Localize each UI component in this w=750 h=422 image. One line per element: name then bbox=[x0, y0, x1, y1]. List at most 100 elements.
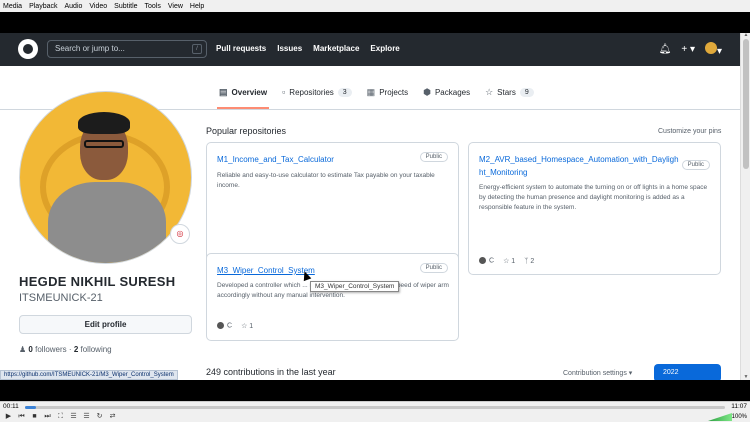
next-icon[interactable]: ⏭ bbox=[43, 413, 52, 421]
status-emoji-icon[interactable]: ◎ bbox=[170, 224, 190, 244]
avatar-hair bbox=[78, 112, 130, 134]
profile-name: HEGDE NIKHIL SURESH bbox=[19, 274, 176, 289]
browser-status-url: https://github.com/ITSMEUNICK-21/M3_Wipe… bbox=[0, 370, 178, 380]
visibility-badge: Public bbox=[681, 160, 710, 170]
language-color-dot bbox=[217, 322, 224, 330]
total-time: 11:07 bbox=[731, 403, 747, 410]
seek-bar[interactable] bbox=[25, 406, 725, 409]
tab-packages[interactable]: ⬢ Packages bbox=[423, 84, 470, 100]
avatar-small bbox=[704, 42, 717, 54]
menu-view[interactable]: View bbox=[168, 3, 183, 10]
tab-overview-label: Overview bbox=[231, 87, 268, 97]
tab-projects-label: Projects bbox=[379, 87, 409, 97]
menu-playback[interactable]: Playback bbox=[29, 3, 57, 10]
shuffle-icon[interactable]: ⇄ bbox=[108, 413, 117, 421]
scrollbar-thumb[interactable] bbox=[743, 39, 749, 169]
github-logo-icon[interactable] bbox=[18, 39, 38, 59]
nav-issues[interactable]: Issues bbox=[277, 44, 302, 53]
play-icon[interactable]: ▶ bbox=[4, 413, 13, 421]
repo-description: Reliable and easy-to-use calculator to e… bbox=[217, 172, 435, 189]
tab-overview[interactable]: ▤ Overview bbox=[216, 84, 270, 109]
language: C bbox=[217, 322, 233, 330]
tab-projects[interactable]: ▦ Projects bbox=[367, 84, 408, 100]
star-icon: ☆ bbox=[241, 323, 248, 330]
language-label: C bbox=[227, 322, 233, 330]
user-menu[interactable]: ▾ bbox=[704, 42, 722, 57]
stars-count: 1 bbox=[511, 258, 516, 265]
tab-stars[interactable]: ☆ Stars 9 bbox=[485, 84, 534, 100]
menu-video[interactable]: Video bbox=[89, 3, 107, 10]
stars-count: 1 bbox=[249, 323, 254, 330]
following-label[interactable]: following bbox=[81, 345, 112, 354]
playback-buttons: ▶ ⏮ ■ ⏭ ⛶ ☰ ☰ ↻ ⇄ bbox=[4, 413, 117, 421]
year-button-2022[interactable]: 2022 bbox=[654, 364, 721, 380]
repo-name-line1: M2_AVR_based_Homespace_Automation_with_D… bbox=[479, 155, 679, 164]
profile-login: ITSMEUNICK-21 bbox=[19, 292, 103, 304]
nav-explore[interactable]: Explore bbox=[370, 44, 399, 53]
create-new-icon[interactable]: + ▾ bbox=[681, 44, 695, 55]
previous-icon[interactable]: ⏮ bbox=[17, 413, 26, 421]
avatar-glasses bbox=[84, 140, 124, 148]
star-icon: ☆ bbox=[503, 258, 510, 265]
repo-name-link[interactable]: M2_AVR_based_Homespace_Automation_with_D… bbox=[479, 153, 679, 179]
forks-count: 2 bbox=[530, 257, 535, 265]
stop-icon[interactable]: ■ bbox=[30, 413, 39, 421]
menu-tools[interactable]: Tools bbox=[145, 3, 161, 10]
edit-profile-button[interactable]: Edit profile bbox=[19, 315, 192, 334]
fork-icon: ᛉ bbox=[524, 257, 529, 265]
stars-counter: 9 bbox=[519, 87, 534, 97]
menu-subtitle[interactable]: Subtitle bbox=[114, 3, 137, 10]
player-menubar: Media Playback Audio Video Subtitle Tool… bbox=[0, 0, 750, 12]
letterbox-top bbox=[0, 12, 750, 33]
repo-name-link[interactable]: M3_Wiper_Control_System bbox=[217, 264, 315, 277]
contribution-settings-dropdown[interactable]: Contribution settings ▾ bbox=[563, 369, 632, 377]
follow-separator: · bbox=[68, 345, 72, 354]
customize-pins-link[interactable]: Customize your pins bbox=[658, 128, 721, 135]
language-label: C bbox=[489, 257, 495, 265]
header-right: 🔔︎ + ▾ ▾ bbox=[659, 42, 722, 57]
scroll-up-icon[interactable]: ▲ bbox=[743, 33, 749, 38]
visibility-badge: Public bbox=[419, 263, 448, 273]
repo-meta: C ☆ 1 ᛉ 2 bbox=[479, 257, 534, 265]
menu-media[interactable]: Media bbox=[3, 3, 22, 10]
letterbox-bottom bbox=[0, 380, 750, 401]
search-placeholder: Search or jump to... bbox=[55, 44, 125, 53]
package-icon: ⬢ bbox=[423, 86, 431, 97]
visibility-badge: Public bbox=[419, 152, 448, 162]
menu-help[interactable]: Help bbox=[190, 3, 204, 10]
repo-name-line2: ht_Monitoring bbox=[479, 168, 528, 177]
repo-description: Energy-efficient system to automate the … bbox=[479, 184, 708, 211]
loop-icon[interactable]: ↻ bbox=[95, 413, 104, 421]
forks-link[interactable]: ᛉ 2 bbox=[524, 258, 534, 265]
extended-settings-icon[interactable]: ☰ bbox=[69, 413, 78, 421]
header-nav: Pull requests Issues Marketplace Explore bbox=[216, 44, 400, 53]
nav-marketplace[interactable]: Marketplace bbox=[313, 44, 359, 53]
fullscreen-icon[interactable]: ⛶ bbox=[56, 413, 65, 421]
stars-link[interactable]: ☆ 1 bbox=[503, 257, 515, 265]
repo-meta: C ☆ 1 bbox=[217, 322, 253, 330]
book-icon: ▤ bbox=[219, 86, 228, 97]
player-controls: 00:11 11:07 ▶ ⏮ ■ ⏭ ⛶ ☰ ☰ ↻ ⇄ 100% bbox=[0, 401, 750, 422]
bell-icon[interactable]: 🔔︎ bbox=[659, 44, 672, 55]
project-icon: ▦ bbox=[366, 86, 376, 97]
following-count[interactable]: 2 bbox=[74, 345, 78, 354]
page-scrollbar[interactable]: ▲ ▼ bbox=[740, 33, 750, 380]
stars-link[interactable]: ☆ 1 bbox=[241, 322, 253, 330]
nav-pull-requests[interactable]: Pull requests bbox=[216, 44, 266, 53]
repo-name-link[interactable]: M1_Income_and_Tax_Calculator bbox=[217, 153, 334, 166]
volume-slider[interactable] bbox=[708, 413, 732, 421]
elapsed-time: 00:11 bbox=[3, 403, 19, 410]
github-header: Search or jump to... / Pull requests Iss… bbox=[0, 33, 740, 66]
menu-audio[interactable]: Audio bbox=[64, 3, 82, 10]
followers-count[interactable]: 0 bbox=[28, 345, 32, 354]
search-input[interactable]: Search or jump to... / bbox=[47, 40, 207, 58]
language: C bbox=[479, 257, 495, 265]
followers-label[interactable]: followers bbox=[35, 345, 67, 354]
tab-repositories[interactable]: ▫ Repositories 3 bbox=[282, 84, 352, 100]
repo-icon: ▫ bbox=[282, 87, 286, 97]
profile-avatar[interactable] bbox=[19, 91, 192, 264]
playlist-icon[interactable]: ☰ bbox=[82, 413, 91, 421]
repo-card: M3_Wiper_Control_System Public Developed… bbox=[206, 253, 459, 341]
chevron-down-icon: ▾ bbox=[716, 46, 722, 57]
link-tooltip: M3_Wiper_Control_System bbox=[310, 281, 400, 292]
